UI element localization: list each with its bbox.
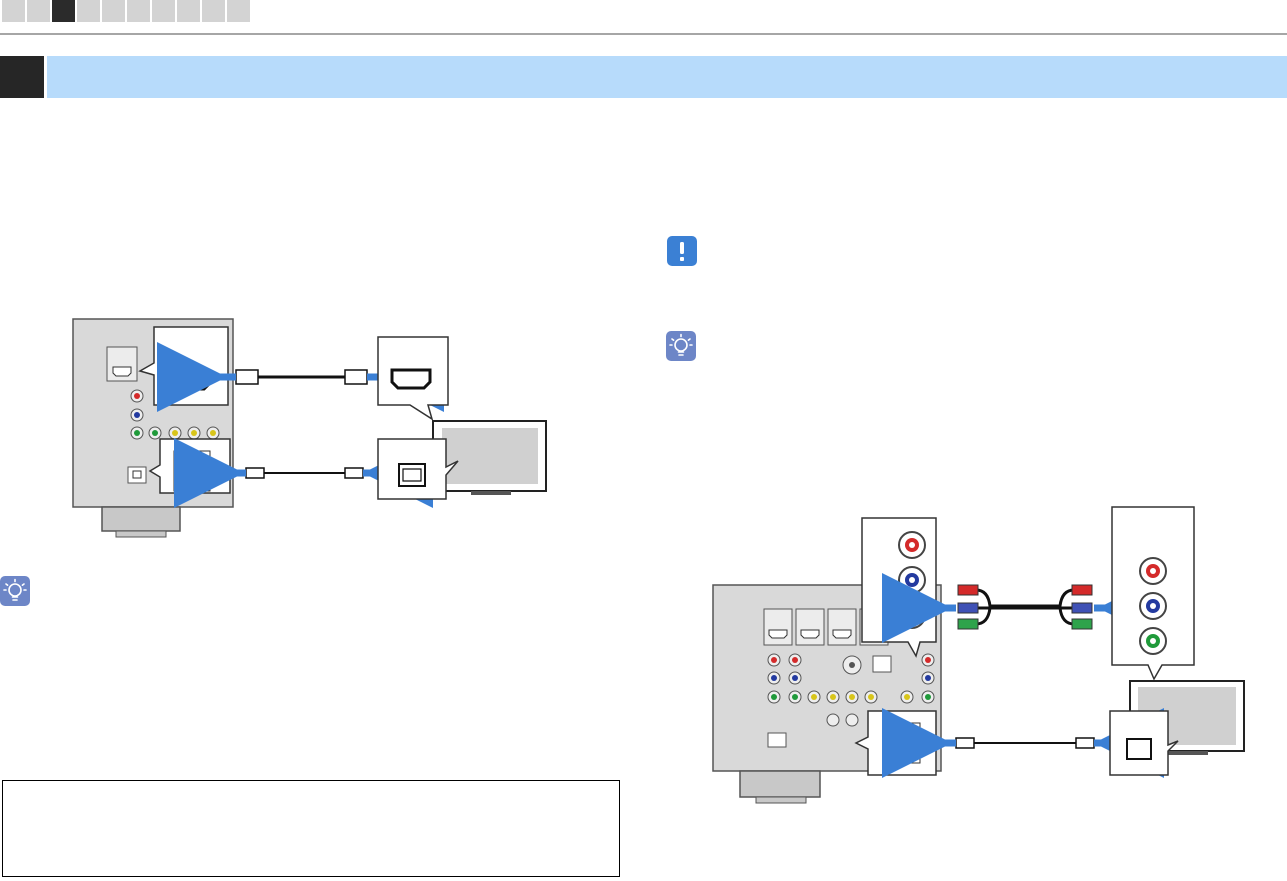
step-indicator [2,0,250,22]
step-10 [227,0,250,22]
exclamation-icon [667,236,697,266]
top-divider [0,33,1287,35]
step-1 [2,0,25,22]
hdmi-optical-connection-diagram [72,318,547,538]
component-optical-connection-diagram [712,506,1245,804]
lightbulb-icon [666,331,696,361]
step-2 [27,0,50,22]
step-3-active [52,0,75,22]
step-6 [127,0,150,22]
step-9 [202,0,225,22]
note-box [2,780,620,877]
step-7 [152,0,175,22]
section-number-block [0,56,44,98]
step-8 [177,0,200,22]
step-5 [102,0,125,22]
step-4 [77,0,100,22]
section-header-bar [47,56,1287,98]
lightbulb-icon [0,576,30,606]
